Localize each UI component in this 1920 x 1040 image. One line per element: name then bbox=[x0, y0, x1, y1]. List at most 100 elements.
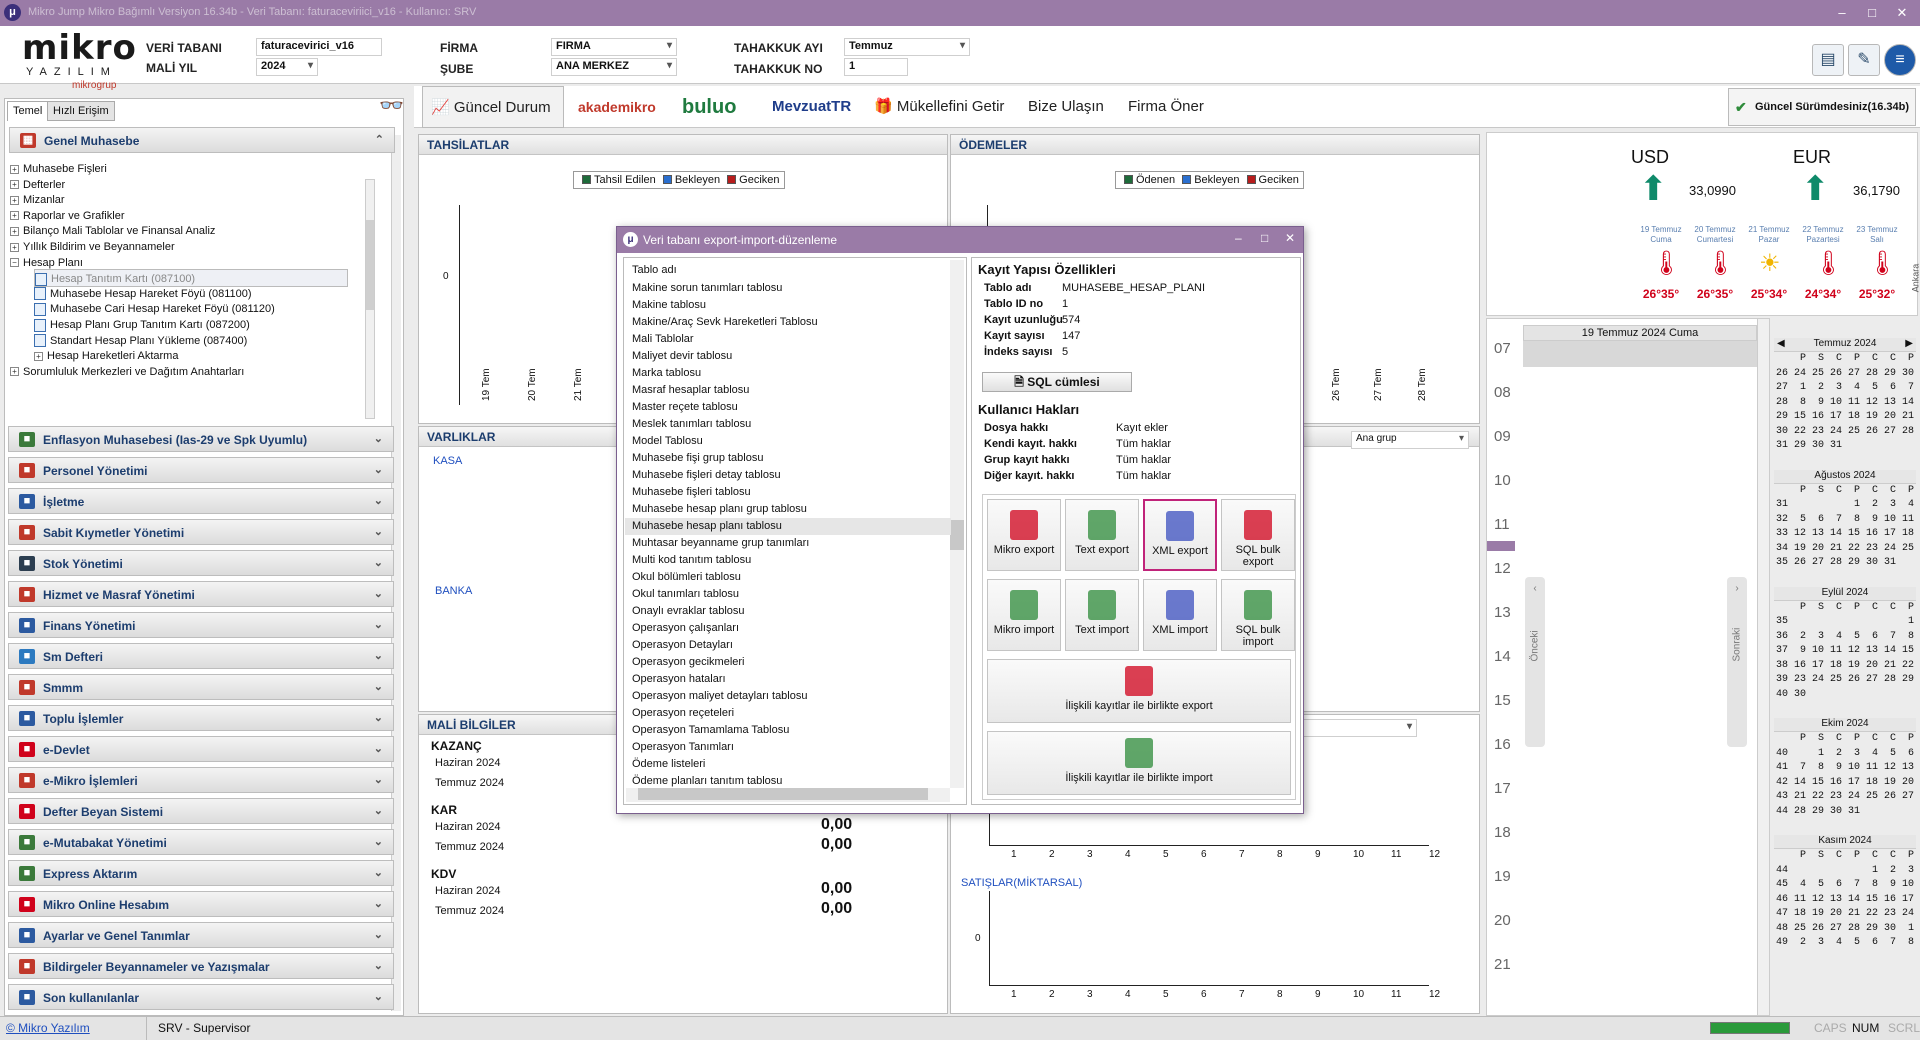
section-header[interactable]: ■ Enflasyon Muhasebesi (Ias-29 ve Spk Uyu… bbox=[8, 426, 394, 452]
list-hscrollbar[interactable] bbox=[626, 788, 950, 802]
minimize-button[interactable]: – bbox=[1832, 4, 1852, 22]
agenda-scrollbar[interactable] bbox=[1757, 319, 1769, 1015]
dialog-minimize-button[interactable]: – bbox=[1235, 231, 1242, 245]
expand-icon[interactable]: + bbox=[10, 226, 19, 236]
section-header[interactable]: ■ Personel Yönetimi ⌄ bbox=[8, 457, 394, 483]
expand-icon[interactable]: + bbox=[34, 351, 43, 361]
nav-guncel-durum[interactable]: 📈 Güncel Durum bbox=[422, 86, 564, 128]
nav-mukellefini-getir[interactable]: 🎁 Mükellefini Getir bbox=[874, 86, 1004, 128]
nav-mevzuattr[interactable]: MevzuatTR bbox=[772, 86, 851, 128]
calendar-week[interactable]: 34 19 20 21 22 23 24 25 bbox=[1774, 542, 1916, 557]
section-header[interactable]: ■ Son kullanılanlar ⌄ bbox=[8, 984, 394, 1010]
chevron-down-icon[interactable]: ⌄ bbox=[374, 649, 383, 662]
table-list-item[interactable]: Operasyon hataları bbox=[632, 671, 726, 688]
table-list-item[interactable]: Operasyon Detayları bbox=[632, 637, 733, 654]
nav-buluo[interactable]: buluo bbox=[682, 86, 736, 128]
nav-firma-oner[interactable]: Firma Öner bbox=[1128, 86, 1204, 128]
calendar-week[interactable]: 36 2 3 4 5 6 7 8 bbox=[1774, 630, 1916, 645]
previous-button[interactable]: ‹ Önceki bbox=[1525, 577, 1545, 747]
table-list-item[interactable]: Operasyon Tamamlama Tablosu bbox=[632, 722, 789, 739]
calendar-week[interactable]: 40 1 2 3 4 5 6 bbox=[1774, 747, 1916, 762]
mikro-export-button[interactable]: Mikro export bbox=[987, 499, 1061, 571]
table-list-item[interactable]: Muhasebe hesap planı grup tablosu bbox=[632, 501, 807, 518]
table-list-item[interactable]: Model Tablosu bbox=[632, 433, 703, 450]
related-import-button[interactable]: İlişkili kayıtlar ile birlikte import bbox=[987, 731, 1291, 795]
section-header[interactable]: ■ Bildirgeler Beyannameler ve Yazışmalar ⌄ bbox=[8, 953, 394, 979]
chevron-left-icon[interactable]: ◀ bbox=[1774, 338, 1785, 349]
calendar-week[interactable]: P S C P C C P bbox=[1774, 484, 1916, 499]
chevron-down-icon[interactable]: ⌄ bbox=[374, 463, 383, 476]
chevron-right-icon[interactable]: ▶ bbox=[1905, 338, 1916, 349]
calendar-week[interactable]: P S C P C C P bbox=[1774, 849, 1916, 864]
nav-akademikro[interactable]: akademikro bbox=[578, 86, 656, 128]
section-genel-muhasebe[interactable]: ▦ Genel Muhasebe ⌃ bbox=[9, 127, 395, 153]
section-header[interactable]: ■ Express Aktarım ⌄ bbox=[8, 860, 394, 886]
collapse-icon[interactable]: − bbox=[10, 258, 19, 268]
tab-temel[interactable]: Temel bbox=[7, 101, 49, 121]
chevron-up-icon[interactable]: ⌃ bbox=[375, 133, 384, 146]
calendar-week[interactable]: 31 1 2 3 4 bbox=[1774, 498, 1916, 513]
section-header[interactable]: ■ Sabit Kıymetler Yönetimi ⌄ bbox=[8, 519, 394, 545]
copyright-link[interactable]: © Mikro Yazılım bbox=[6, 1021, 90, 1035]
table-list-item[interactable]: Muhasebe fişi grup tablosu bbox=[632, 450, 763, 467]
text-import-button[interactable]: Text import bbox=[1065, 579, 1139, 651]
calendar-week[interactable]: 40 30 bbox=[1774, 688, 1916, 703]
calendar-week[interactable]: 45 4 5 6 7 8 9 10 bbox=[1774, 878, 1916, 893]
firma-select[interactable]: FIRMA bbox=[551, 38, 677, 56]
chevron-down-icon[interactable]: ⌄ bbox=[374, 494, 383, 507]
section-header[interactable]: ■ Finans Yönetimi ⌄ bbox=[8, 612, 394, 638]
expand-icon[interactable]: + bbox=[10, 367, 19, 377]
section-header[interactable]: ■ Sm Defteri ⌄ bbox=[8, 643, 394, 669]
table-list-item[interactable]: Makine tablosu bbox=[632, 297, 706, 314]
calendar-week[interactable]: 37 9 10 11 12 13 14 15 bbox=[1774, 644, 1916, 659]
related-export-button[interactable]: İlişkili kayıtlar ile birlikte export bbox=[987, 659, 1291, 723]
app-icon[interactable]: μ bbox=[4, 4, 21, 21]
calendar-week[interactable]: 42 14 15 16 17 18 19 20 bbox=[1774, 776, 1916, 791]
sql-bulk-import-button[interactable]: SQL bulk import bbox=[1221, 579, 1295, 651]
calendar-week[interactable]: 49 2 3 4 5 6 7 8 bbox=[1774, 936, 1916, 951]
calendar-week[interactable]: 30 22 23 24 25 26 27 28 bbox=[1774, 425, 1916, 440]
nav-bize-ulasin[interactable]: Bize Ulaşın bbox=[1028, 86, 1104, 128]
table-list-item[interactable]: Okul tanımları tablosu bbox=[632, 586, 739, 603]
chevron-down-icon[interactable]: ⌄ bbox=[374, 680, 383, 693]
next-button[interactable]: › Sonraki bbox=[1727, 577, 1747, 747]
xml-export-button[interactable]: XML export bbox=[1143, 499, 1217, 571]
calendar-week[interactable]: 35 1 bbox=[1774, 615, 1916, 630]
chevron-down-icon[interactable]: ⌄ bbox=[374, 587, 383, 600]
calendar-week[interactable]: 28 8 9 10 11 12 13 14 bbox=[1774, 396, 1916, 411]
expand-icon[interactable]: + bbox=[10, 164, 19, 174]
section-header[interactable]: ■ e-Devlet ⌄ bbox=[8, 736, 394, 762]
calendar-week[interactable]: 46 11 12 13 14 15 16 17 bbox=[1774, 893, 1916, 908]
chevron-down-icon[interactable]: ⌄ bbox=[374, 742, 383, 755]
tree-item[interactable]: + Sorumluluk Merkezleri ve Dağıtım Anahta… bbox=[10, 363, 244, 381]
calendar-week[interactable]: 47 18 19 20 21 22 23 24 bbox=[1774, 907, 1916, 922]
table-list-item[interactable]: Marka tablosu bbox=[632, 365, 701, 382]
table-list-item[interactable]: Operasyon maliyet detayları tablosu bbox=[632, 688, 807, 705]
table-list-item[interactable]: Ödeme planları tanıtım tablosu bbox=[632, 773, 782, 790]
table-list-item[interactable]: Operasyon reçeteleri bbox=[632, 705, 734, 722]
maximize-button[interactable]: □ bbox=[1862, 4, 1882, 22]
section-header[interactable]: ■ Toplu İşlemler ⌄ bbox=[8, 705, 394, 731]
table-list-item[interactable]: Operasyon gecikmeleri bbox=[632, 654, 745, 671]
section-header[interactable]: ■ Defter Beyan Sistemi ⌄ bbox=[8, 798, 394, 824]
ana-grup-select[interactable]: Ana grup bbox=[1351, 431, 1469, 449]
table-list-item[interactable]: Operasyon Tanımları bbox=[632, 739, 734, 756]
chevron-down-icon[interactable]: ⌄ bbox=[374, 556, 383, 569]
clipboard-icon[interactable]: ▤ bbox=[1812, 44, 1844, 76]
table-list-item[interactable]: Multi kod tanıtım tablosu bbox=[632, 552, 751, 569]
dialog-close-button[interactable]: ✕ bbox=[1285, 231, 1295, 245]
calendar-week[interactable]: 32 5 6 7 8 9 10 11 bbox=[1774, 513, 1916, 528]
calendar-week[interactable]: 26 24 25 26 27 28 29 30 bbox=[1774, 367, 1916, 382]
chevron-down-icon[interactable]: ⌄ bbox=[374, 959, 383, 972]
calendar-week[interactable]: 29 15 16 17 18 19 20 21 bbox=[1774, 410, 1916, 425]
section-header[interactable]: ■ Stok Yönetimi ⌄ bbox=[8, 550, 394, 576]
table-list-item[interactable]: Master reçete tablosu bbox=[632, 399, 738, 416]
section-header[interactable]: ■ Hizmet ve Masraf Yönetimi ⌄ bbox=[8, 581, 394, 607]
calendar-week[interactable]: 43 21 22 23 24 25 26 27 bbox=[1774, 790, 1916, 805]
table-list-item[interactable]: Onaylı evraklar tablosu bbox=[632, 603, 745, 620]
calendar-week[interactable]: 35 26 27 28 29 30 31 bbox=[1774, 556, 1916, 571]
text-export-button[interactable]: Text export bbox=[1065, 499, 1139, 571]
table-list-item[interactable]: Okul bölümleri tablosu bbox=[632, 569, 741, 586]
dialog-maximize-button[interactable]: □ bbox=[1261, 231, 1268, 245]
expand-icon[interactable]: + bbox=[10, 242, 19, 252]
